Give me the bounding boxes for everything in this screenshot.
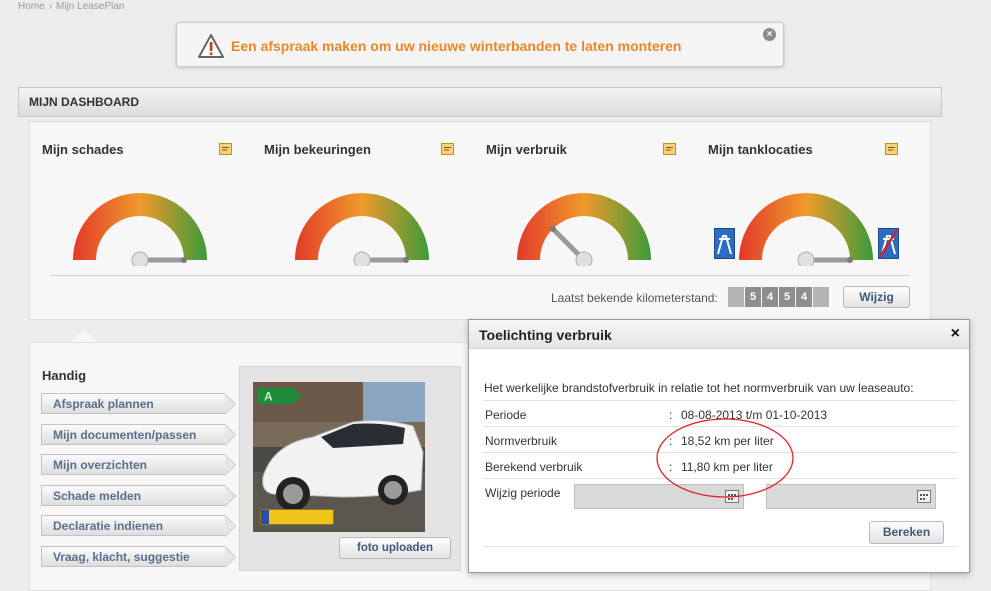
modal-rows: Periode : 08-08-2013 t/m 01-10-2013 Norm… xyxy=(483,400,958,512)
gauge-arc xyxy=(739,193,873,260)
license-plate xyxy=(260,509,334,525)
gauge-damages: Mijn schades xyxy=(30,122,232,272)
gauge-meter[interactable] xyxy=(514,190,654,266)
gauge-title: Mijn bekeuringen xyxy=(264,142,371,157)
gauge-meter xyxy=(295,193,429,266)
gauge-arc xyxy=(73,193,207,260)
energy-label-text: A xyxy=(264,390,273,404)
gauge-title: Mijn tanklocaties xyxy=(708,142,813,157)
breadcrumb-separator: › xyxy=(48,1,53,12)
modal-intro: Het werkelijke brandstofverbruik in rela… xyxy=(484,381,914,395)
gauge-hub xyxy=(131,251,149,266)
divider xyxy=(483,546,958,547)
gauge-title: Mijn verbruik xyxy=(486,142,567,157)
km-digit: 4 xyxy=(762,287,778,307)
gauge-fuel-locations: Mijn tanklocaties xyxy=(696,122,899,272)
date-to-input[interactable] xyxy=(766,484,936,509)
km-digit: 5 xyxy=(779,287,795,307)
gauge-arc xyxy=(295,193,429,260)
row-colon: : xyxy=(669,408,673,422)
close-icon[interactable]: × xyxy=(763,28,776,41)
menu-icon[interactable] xyxy=(219,143,232,155)
modal-row-wijzig-periode: Wijzig periode xyxy=(483,478,958,512)
breadcrumb: Home › Mijn LeasePlan xyxy=(18,1,124,12)
km-label: Laatst bekende kilometerstand: xyxy=(551,291,718,305)
gauge-needle-tip xyxy=(403,257,409,263)
km-digit: 5 xyxy=(745,287,761,307)
consumption-modal: Toelichting verbruik × Het werkelijke br… xyxy=(468,319,970,573)
row-label: Berekend verbruik xyxy=(485,460,583,474)
handig-item-vraag-klacht[interactable]: Vraag, klacht, suggestie xyxy=(41,545,236,568)
km-digit xyxy=(813,287,829,307)
row-value: 11,80 km per liter xyxy=(681,460,773,474)
menu-icon[interactable] xyxy=(441,143,454,155)
gauge-hub xyxy=(797,251,815,266)
bereken-button[interactable]: Bereken xyxy=(869,521,944,544)
row-value: 18,52 km per liter xyxy=(681,434,774,448)
winter-tyre-alert: Een afspraak maken om uw nieuwe winterba… xyxy=(176,22,784,67)
divider xyxy=(50,275,910,276)
gauge-fines: Mijn bekeuringen xyxy=(252,122,454,272)
calendar-icon[interactable] xyxy=(725,490,739,503)
close-icon[interactable]: × xyxy=(951,325,960,343)
handig-item-schade-melden[interactable]: Schade melden xyxy=(41,484,236,507)
photo-upload-button[interactable]: foto uploaden xyxy=(339,537,451,559)
row-label: Normverbruik xyxy=(485,434,558,448)
energy-label-icon: A xyxy=(258,388,302,404)
gauge-meter xyxy=(73,193,207,266)
handig-item-declaratie[interactable]: Declaratie indienen xyxy=(41,515,236,537)
row-value: 08-08-2013 t/m 01-10-2013 xyxy=(681,408,828,422)
modal-row-normverbruik: Normverbruik : 18,52 km per liter xyxy=(483,426,958,452)
km-counter: 5 4 5 4 xyxy=(728,287,830,307)
gauge-meter xyxy=(739,193,873,266)
modal-row-berekend: Berekend verbruik : 11,80 km per liter xyxy=(483,452,958,478)
wijzig-km-button[interactable]: Wijzig xyxy=(843,286,910,308)
dashboard-title: MIJN DASHBOARD xyxy=(18,87,942,117)
gauge-needle-tip xyxy=(549,225,556,232)
modal-row-periode: Periode : 08-08-2013 t/m 01-10-2013 xyxy=(483,400,958,426)
dashboard-panel: Mijn schades Mijn bekeuringen Mijn verbr… xyxy=(29,121,931,320)
row-colon: : xyxy=(669,460,673,474)
highway-end-icon xyxy=(878,228,899,259)
gauge-title: Mijn schades xyxy=(42,142,124,157)
handig-item-overzichten[interactable]: Mijn overzichten xyxy=(41,454,236,476)
row-label: Wijzig periode xyxy=(485,486,561,500)
handig-item-afspraak-plannen[interactable]: Afspraak plannen xyxy=(41,393,236,415)
gauge-arc xyxy=(517,193,651,260)
gauge-needle-tip xyxy=(181,257,187,263)
km-digit xyxy=(728,287,744,307)
km-digit: 4 xyxy=(796,287,812,307)
warning-icon xyxy=(198,34,224,58)
modal-header: Toelichting verbruik × xyxy=(469,320,969,349)
menu-icon[interactable] xyxy=(663,143,676,155)
gauge-hub xyxy=(575,251,593,266)
alert-link[interactable]: Een afspraak maken om uw nieuwe winterba… xyxy=(231,38,681,54)
gauge-consumption: Mijn verbruik xyxy=(474,122,676,272)
gauge-hub xyxy=(353,251,371,266)
gauge-needle-tip xyxy=(847,257,853,263)
row-colon: : xyxy=(669,434,673,448)
handig-list: Afspraak plannen Mijn documenten/passen … xyxy=(41,393,236,576)
calendar-icon[interactable] xyxy=(917,490,931,503)
breadcrumb-home[interactable]: Home xyxy=(18,1,45,12)
car-photo-box: A foto uploaden xyxy=(239,366,461,571)
modal-title: Toelichting verbruik xyxy=(479,327,612,343)
date-from-input[interactable] xyxy=(574,484,744,509)
handig-item-documenten[interactable]: Mijn documenten/passen xyxy=(41,423,236,446)
menu-icon[interactable] xyxy=(885,143,898,155)
highway-icon xyxy=(714,228,735,259)
handig-title: Handig xyxy=(42,368,87,383)
row-label: Periode xyxy=(485,408,527,422)
breadcrumb-current: Mijn LeasePlan xyxy=(56,1,125,12)
